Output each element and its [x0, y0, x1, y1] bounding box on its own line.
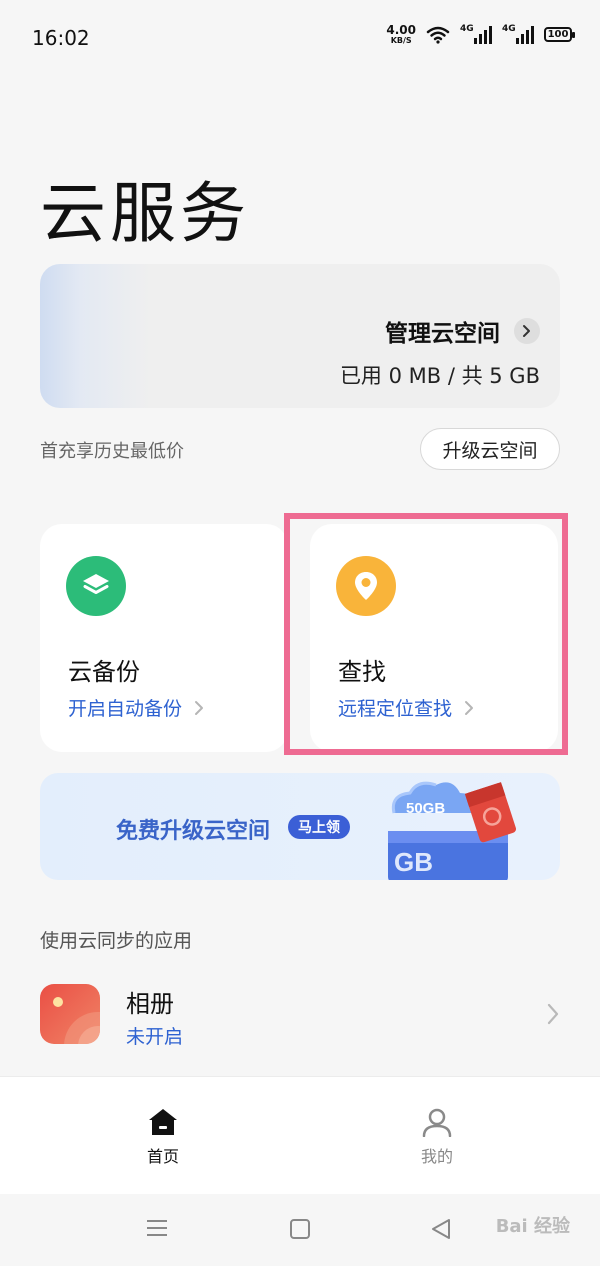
promo-text: 首充享历史最低价: [40, 441, 184, 462]
enable-auto-backup-link[interactable]: 开启自动备份: [68, 694, 204, 721]
cloud-gift-illustration: 50GB GB: [388, 781, 517, 880]
app-sync-status: 未开启: [126, 1026, 184, 1048]
network-speed-unit: KB/S: [390, 36, 412, 45]
tab-home[interactable]: 首页: [123, 1107, 203, 1167]
cloud-capacity-text: 50GB: [406, 800, 445, 817]
storage-card[interactable]: 管理云空间 已用 0 MB / 共 5 GB: [40, 264, 560, 408]
chevron-right-icon: [547, 1003, 559, 1025]
upgrade-storage-button[interactable]: 升级云空间: [420, 428, 560, 470]
home-icon: [149, 1109, 177, 1135]
enable-auto-backup-label: 开启自动备份: [68, 698, 183, 720]
box-gb-text: GB: [394, 847, 433, 877]
battery-icon: 100: [544, 27, 575, 42]
tab-profile[interactable]: 我的: [397, 1107, 477, 1167]
page-title: 云服务: [40, 175, 250, 252]
manage-storage-link[interactable]: 管理云空间: [385, 314, 540, 348]
menu-icon[interactable]: [146, 1218, 168, 1238]
storage-usage: 已用 0 MB / 共 5 GB: [339, 364, 540, 388]
network-speed: 4.00 KB/S: [386, 24, 416, 45]
signal-2-icon: 4G: [502, 23, 534, 44]
free-upgrade-banner[interactable]: 免费升级云空间 马上领 50GB GB: [40, 773, 560, 880]
signal-2-label: 4G: [502, 23, 516, 34]
home-square-icon[interactable]: [289, 1218, 311, 1240]
backup-title: 云备份: [68, 658, 140, 686]
banner-text: 免费升级云空间: [116, 819, 271, 844]
bottom-nav: 首页 我的: [0, 1076, 600, 1194]
person-icon: [422, 1108, 452, 1137]
tab-profile-label: 我的: [420, 1147, 453, 1166]
synced-apps-label: 使用云同步的应用: [40, 930, 193, 952]
signal-1-label: 4G: [460, 23, 474, 34]
list-item-gallery[interactable]: 相册 未开启: [40, 982, 560, 1048]
status-time: 16:02: [32, 26, 90, 50]
watermark: Bai 经验: [495, 1216, 570, 1237]
back-triangle-icon[interactable]: [430, 1218, 452, 1240]
chevron-right-icon: [195, 700, 204, 715]
system-nav-bar: Bai 经验: [0, 1194, 600, 1266]
backup-card[interactable]: 云备份 开启自动备份: [40, 524, 288, 752]
status-icons: 4.00 KB/S 4G 4G 100: [386, 23, 575, 45]
signal-1-icon: 4G: [460, 23, 492, 44]
network-speed-value: 4.00: [386, 23, 416, 37]
wifi-icon: [426, 26, 450, 44]
layers-icon: [66, 556, 126, 616]
tab-home-label: 首页: [146, 1147, 179, 1166]
gallery-app-icon: [40, 984, 100, 1044]
claim-now-tag[interactable]: 马上领: [288, 815, 350, 839]
app-name: 相册: [126, 990, 174, 1018]
highlight-annotation-box: [284, 513, 568, 755]
status-bar: 16:02 4.00 KB/S 4G 4G 100: [0, 0, 600, 76]
chevron-right-icon: [514, 318, 540, 344]
manage-storage-label: 管理云空间: [385, 321, 500, 347]
